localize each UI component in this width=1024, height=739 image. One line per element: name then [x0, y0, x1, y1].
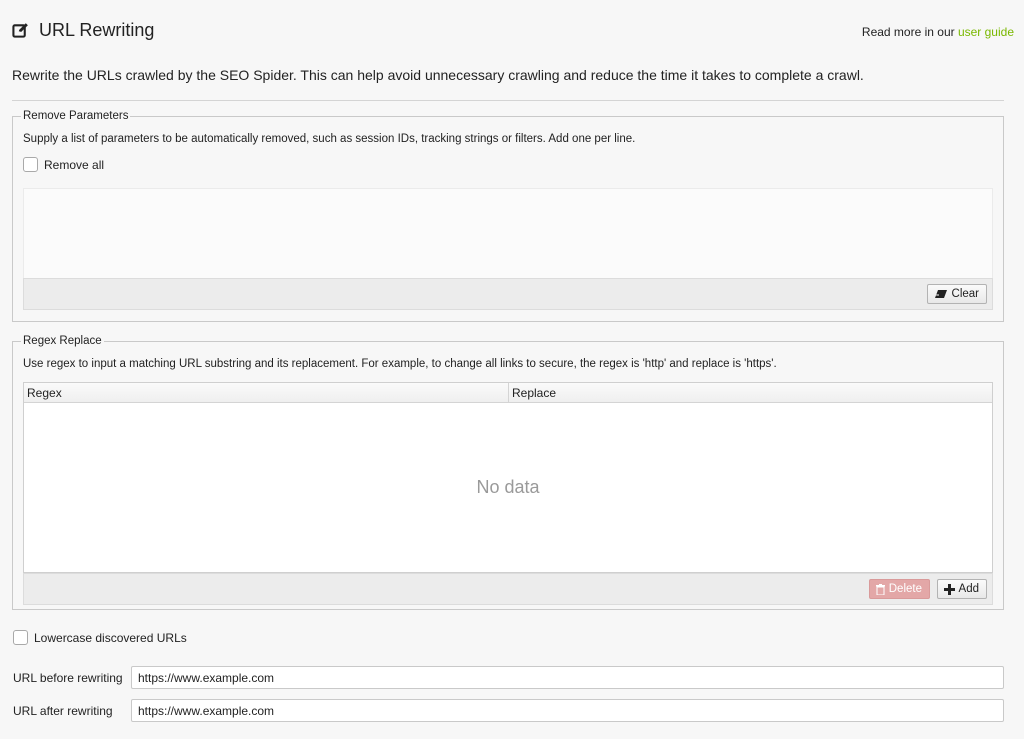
clear-button[interactable]: Clear [926, 284, 987, 304]
intro-text: Rewrite the URLs crawled by the SEO Spid… [12, 67, 864, 83]
remove-all-checkbox-box[interactable] [23, 157, 38, 172]
user-guide-link[interactable]: user guide [958, 25, 1014, 39]
remove-all-label: Remove all [44, 157, 105, 172]
empty-state-text: No data [476, 477, 540, 497]
divider [12, 100, 1004, 101]
read-more-prefix: Read more in our [861, 25, 958, 39]
url-before-label: URL before rewriting [13, 671, 123, 685]
lowercase-checkbox-box[interactable] [13, 630, 28, 645]
trash-icon [875, 583, 885, 595]
table-header: Regex Replace [24, 383, 992, 403]
remove-parameters-toolbar: Clear [23, 278, 993, 310]
add-label: Add [958, 583, 979, 595]
edit-icon [12, 23, 28, 38]
delete-button[interactable]: Delete [868, 579, 930, 599]
regex-replace-toolbar: Delete Add [23, 573, 993, 605]
delete-label: Delete [888, 583, 922, 595]
parameters-textarea[interactable] [23, 188, 993, 278]
regex-replace-table[interactable]: Regex Replace No data [23, 382, 993, 573]
url-after-input[interactable] [131, 699, 1004, 722]
remove-all-checkbox[interactable]: Remove all [23, 157, 104, 172]
page-title: URL Rewriting [39, 20, 155, 40]
url-rewriting-page: URL Rewriting Read more in our user guid… [0, 0, 1024, 739]
column-header-regex[interactable]: Regex [24, 383, 508, 403]
plus-icon [943, 583, 955, 595]
title-wrap: URL Rewriting [12, 20, 154, 41]
lowercase-label: Lowercase discovered URLs [34, 630, 187, 645]
lowercase-checkbox[interactable]: Lowercase discovered URLs [13, 630, 187, 645]
column-header-replace[interactable]: Replace [508, 383, 992, 403]
regex-replace-legend: Regex Replace [23, 335, 102, 347]
remove-parameters-legend: Remove Parameters [23, 110, 129, 122]
regex-replace-group: Regex Replace Use regex to input a match… [12, 335, 1004, 610]
clear-label: Clear [951, 288, 979, 300]
regex-replace-description: Use regex to input a matching URL substr… [23, 358, 777, 370]
remove-parameters-group: Remove Parameters Supply a list of param… [12, 110, 1004, 322]
url-before-input[interactable] [131, 666, 1004, 689]
read-more-text: Read more in our user guide [862, 25, 1014, 39]
add-button[interactable]: Add [936, 579, 987, 599]
url-after-label: URL after rewriting [13, 704, 113, 718]
remove-parameters-description: Supply a list of parameters to be automa… [23, 133, 636, 145]
eraser-icon [934, 290, 947, 298]
header: URL Rewriting Read more in our user guid… [12, 20, 1014, 44]
